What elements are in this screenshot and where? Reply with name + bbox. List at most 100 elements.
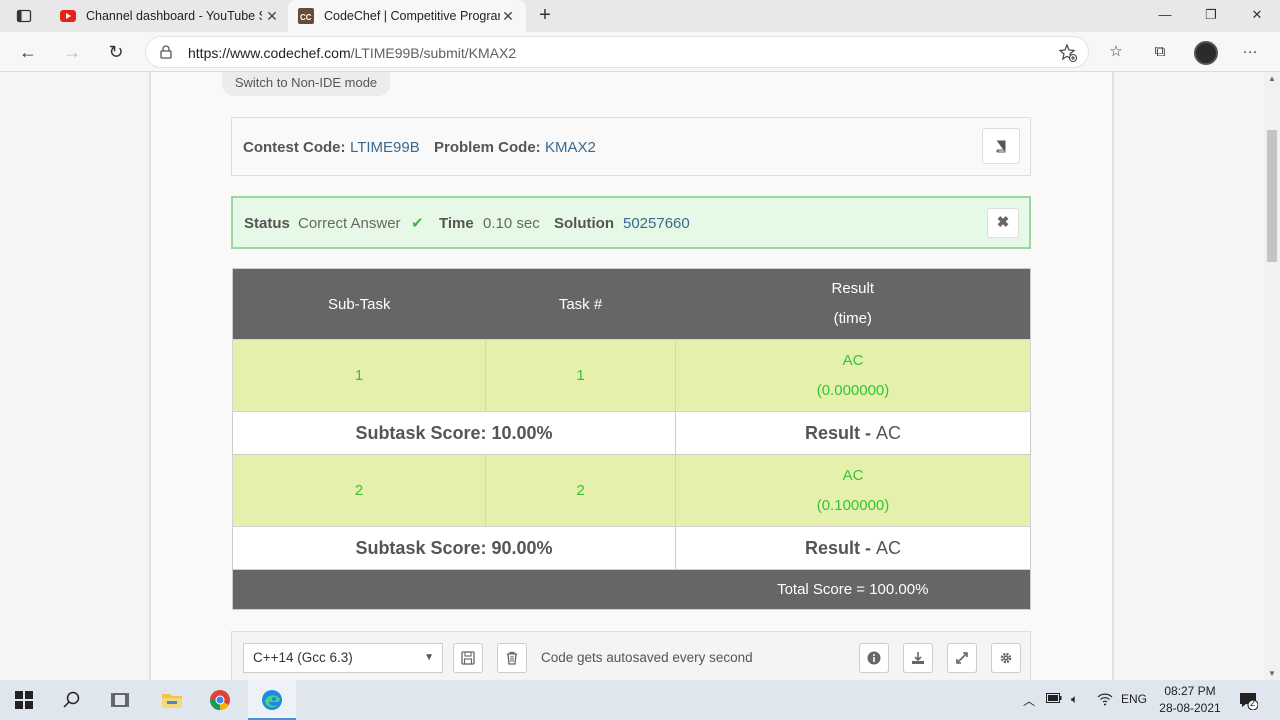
profile-avatar[interactable] xyxy=(1194,41,1218,65)
chevron-down-icon: ▼ xyxy=(424,652,434,663)
time-label: Time xyxy=(439,215,474,232)
close-window-button[interactable]: ✕ xyxy=(1234,0,1280,32)
scroll-down-icon[interactable]: ▼ xyxy=(1268,669,1276,678)
subtask-score-row: Subtask Score: 10.00% Result - AC xyxy=(232,411,1031,455)
page-scrollbar[interactable]: ▲ ▼ xyxy=(1264,72,1280,680)
status-value: Correct Answer xyxy=(298,215,401,232)
minimize-button[interactable]: — xyxy=(1142,0,1188,32)
subtask-cell: 2 xyxy=(232,454,486,527)
task-cell: 2 xyxy=(485,454,676,527)
header-result-time: (time) xyxy=(833,310,872,327)
chrome-icon[interactable] xyxy=(208,688,232,712)
header-result-label: Result xyxy=(831,280,875,297)
address-bar[interactable]: https://www.codechef.com/LTIME99B/submit… xyxy=(145,36,1089,68)
page-content: Switch to Non-IDE mode Contest Code: LTI… xyxy=(0,72,1264,680)
table-row: 2 2 AC (0.100000) xyxy=(232,454,1031,527)
file-explorer-icon[interactable] xyxy=(160,688,184,712)
result-cell: AC (0.000000) xyxy=(675,339,1031,412)
gear-icon[interactable] xyxy=(991,643,1021,673)
problem-statement-icon[interactable] xyxy=(982,128,1020,164)
refresh-button[interactable]: ↻ xyxy=(102,38,130,66)
add-favorite-icon[interactable] xyxy=(1058,43,1078,63)
trash-icon[interactable] xyxy=(497,643,527,673)
tab-codechef[interactable]: CC CodeChef | Competitive Programming ✕ xyxy=(288,0,526,32)
browser-toolbar: ← → ↻ https://www.codechef.com/LTIME99B/… xyxy=(0,32,1280,72)
language-indicator[interactable]: ENG xyxy=(1121,692,1147,706)
close-status-button[interactable]: ✖ xyxy=(987,208,1019,238)
status-box: Status Correct Answer ✔ Time 0.10 sec So… xyxy=(231,196,1031,249)
subtask-cell: 1 xyxy=(232,339,486,412)
problem-code-link[interactable]: KMAX2 xyxy=(545,139,596,156)
new-tab-button[interactable]: + xyxy=(534,4,556,28)
search-icon[interactable] xyxy=(60,688,84,712)
notification-count: 2 xyxy=(1250,698,1256,708)
codechef-icon: CC xyxy=(298,8,314,24)
browser-tab-bar: Channel dashboard - YouTube Studio CC Co… xyxy=(0,0,1280,32)
problem-info-box: Contest Code: LTIME99B Problem Code: KMA… xyxy=(231,117,1031,176)
editor-toolbar: C++14 (Gcc 6.3) ▼ Code gets autosaved ev… xyxy=(231,631,1031,680)
battery-icon[interactable] xyxy=(1046,692,1062,706)
time-value: 0.10 sec xyxy=(483,215,540,232)
notifications-icon[interactable]: 2 xyxy=(1236,688,1260,712)
info-icon[interactable] xyxy=(859,643,889,673)
header-subtask: Sub-Task xyxy=(232,268,486,340)
subtask-result: Result - AC xyxy=(675,526,1031,570)
scrollbar-thumb[interactable] xyxy=(1267,130,1277,262)
result-time: (0.000000) xyxy=(816,381,890,399)
task-view-icon[interactable] xyxy=(108,688,132,712)
favorites-icon[interactable]: ☆ xyxy=(1104,40,1128,64)
close-tab-icon[interactable]: ✕ xyxy=(254,0,284,32)
restore-button[interactable]: ❐ xyxy=(1188,0,1234,32)
lock-icon[interactable] xyxy=(158,44,174,60)
problem-code-label: Problem Code: xyxy=(434,139,541,156)
check-icon: ✔ xyxy=(411,215,424,232)
taskbar: ︿ 🔈︎ ENG 08:27 PM 28-08-2021 2 xyxy=(0,680,1280,720)
download-icon[interactable] xyxy=(903,643,933,673)
task-cell: 1 xyxy=(485,339,676,412)
chevron-up-icon[interactable]: ︿ xyxy=(1023,692,1035,709)
subtask-score: Subtask Score: 10.00% xyxy=(232,411,676,455)
autosave-text: Code gets autosaved every second xyxy=(541,650,753,665)
collections-icon[interactable]: ⧉ xyxy=(1148,40,1172,64)
result-time: (0.100000) xyxy=(816,496,890,514)
clock-time: 08:27 PM xyxy=(1164,684,1216,698)
clock[interactable]: 08:27 PM 28-08-2021 xyxy=(1155,683,1225,717)
subtask-result: Result - AC xyxy=(675,411,1031,455)
subtask-score-row: Subtask Score: 90.00% Result - AC xyxy=(232,526,1031,570)
solution-label: Solution xyxy=(554,215,614,232)
windows-start-icon[interactable] xyxy=(12,688,36,712)
total-score: Total Score = 100.00% xyxy=(675,569,1031,610)
edge-icon[interactable] xyxy=(260,688,284,712)
total-score-row: Total Score = 100.00% xyxy=(232,569,1031,610)
fullscreen-icon[interactable] xyxy=(947,643,977,673)
results-table: Sub-Task Task # Result (time) 1 1 AC (0.… xyxy=(232,268,1031,610)
forward-button[interactable]: → xyxy=(58,38,86,66)
contest-code-link[interactable]: LTIME99B xyxy=(350,139,420,156)
tab-youtube-studio[interactable]: Channel dashboard - YouTube Studio xyxy=(48,0,284,32)
tab-title: CodeChef | Competitive Programming xyxy=(324,9,500,23)
header-result: Result (time) xyxy=(675,268,1031,340)
youtube-icon xyxy=(60,8,76,24)
volume-icon[interactable]: 🔈︎ xyxy=(1071,692,1078,707)
table-row: 1 1 AC (0.000000) xyxy=(232,339,1031,412)
scroll-up-icon[interactable]: ▲ xyxy=(1268,74,1276,83)
result-verdict: AC xyxy=(842,466,864,484)
status-label: Status xyxy=(244,215,290,232)
contest-code-label: Contest Code: xyxy=(243,139,346,156)
tab-title: Channel dashboard - YouTube Studio xyxy=(86,9,262,23)
result-cell: AC (0.100000) xyxy=(675,454,1031,527)
language-select[interactable]: C++14 (Gcc 6.3) ▼ xyxy=(243,643,443,673)
tab-actions-icon[interactable] xyxy=(8,4,40,28)
subtask-score: Subtask Score: 90.00% xyxy=(232,526,676,570)
solution-link[interactable]: 50257660 xyxy=(623,215,690,232)
clock-date: 28-08-2021 xyxy=(1159,701,1221,715)
close-tab-icon[interactable]: ✕ xyxy=(500,8,516,24)
save-icon[interactable] xyxy=(453,643,483,673)
switch-non-ide-button[interactable]: Switch to Non-IDE mode xyxy=(222,72,390,96)
header-task: Task # xyxy=(485,268,676,340)
more-menu-icon[interactable]: ··· xyxy=(1238,40,1262,64)
svg-text:CC: CC xyxy=(300,13,312,22)
url-text: https://www.codechef.com/LTIME99B/submit… xyxy=(188,45,517,61)
back-button[interactable]: ← xyxy=(14,38,42,66)
wifi-icon[interactable] xyxy=(1097,692,1113,709)
